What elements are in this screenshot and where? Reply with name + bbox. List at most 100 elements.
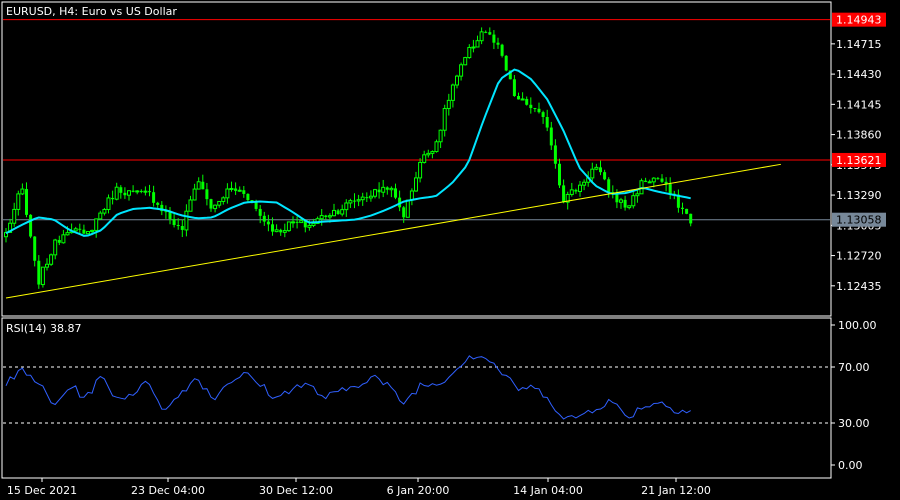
candle-body [422,154,427,163]
candle-body [229,187,234,190]
candle-body [492,34,496,43]
candle-body [368,195,373,199]
candle-body [496,42,500,45]
candle-body [61,234,66,244]
candle-body [33,236,37,261]
candle-body [578,184,582,193]
price-level-label: 1.14943 [836,14,882,27]
candle-body [681,207,684,209]
candle-body [286,221,291,232]
candle-body [82,229,86,234]
candle-body [644,180,648,182]
candle-body [512,79,516,97]
candle-body [504,55,508,71]
candle-body [29,214,33,237]
candle-body [558,163,561,186]
candle-body [65,232,70,236]
candle-body [324,215,328,217]
candle-body [184,210,189,231]
candle-body [360,196,365,201]
price-level-label: 1.13621 [836,154,882,167]
candle-body [205,189,209,200]
candle-body [188,199,193,212]
candle-body [418,161,423,179]
candle-body [582,181,587,186]
candle-body [209,199,213,209]
x-tick-label: 6 Jan 20:00 [387,484,450,497]
y-tick-label: 1.12435 [836,280,882,293]
candle-body [131,190,135,192]
candle-body [279,229,283,233]
candle-body [356,199,361,202]
candle-body [114,186,119,200]
candle-body [143,190,148,193]
candle-body [365,197,369,199]
candle-body [475,40,480,48]
candle-body [94,218,99,231]
candle-body [254,202,258,209]
candle-body [623,199,627,208]
candle-body [685,208,689,214]
candle-body [16,193,21,210]
candle-body [541,112,545,118]
x-tick-label: 30 Dec 12:00 [259,484,333,497]
candle-body [123,192,127,196]
candle-body [459,64,464,77]
candle-body [237,189,242,192]
x-tick-label: 23 Dec 04:00 [131,484,205,497]
candle-body [111,197,115,200]
candle-body [106,197,111,211]
candle-body [442,108,447,131]
candle-body [385,187,389,190]
candle-body [139,190,143,192]
y-tick-label: 1.14145 [836,98,882,111]
x-tick-label: 14 Jan 04:00 [513,484,583,497]
candle-body [319,215,324,220]
candle-body [619,199,623,203]
candle-body [434,141,439,153]
candle-body [647,181,652,184]
candle-body [426,152,431,156]
candle-body [40,266,45,286]
candle-body [271,224,274,232]
candle-body [446,99,451,110]
candle-body [525,98,529,105]
candle-body [148,191,151,193]
y-tick-label: 1.14715 [836,38,882,51]
candle-body [381,186,386,193]
candle-body [152,192,156,203]
candle-body [176,224,180,227]
candle-body [127,190,131,196]
candle-body [553,145,557,164]
candle-body [344,202,349,211]
candle-body [549,127,553,146]
candle-body [668,184,672,194]
candle-body [221,197,226,202]
x-tick-label: 15 Dec 2021 [7,484,77,497]
candle-body [353,200,356,202]
candle-body [430,151,435,154]
candle-body [520,98,525,101]
candle-body [282,230,287,233]
candle-body [196,181,201,190]
candle-body [234,188,238,191]
candle-body [377,189,381,193]
candle-body [90,229,95,233]
candle-body [635,193,640,197]
candle-body [455,75,459,86]
candle-body [98,212,103,220]
candle-body [660,178,664,182]
candle-body [615,193,619,203]
candle-body [389,187,394,191]
candle-body [405,199,410,218]
candle-body [12,208,17,224]
candle-body [569,189,574,195]
rsi-tick-label: 0.00 [838,459,863,472]
candle-body [57,240,61,243]
candle-body [246,193,250,201]
candle-body [517,96,520,100]
candle-body [340,209,345,215]
chart-root: EURUSD, H4: Euro vs US Dollar RSI(14) 38… [1,1,886,497]
candle-body [266,221,270,225]
candle-body [213,204,218,210]
